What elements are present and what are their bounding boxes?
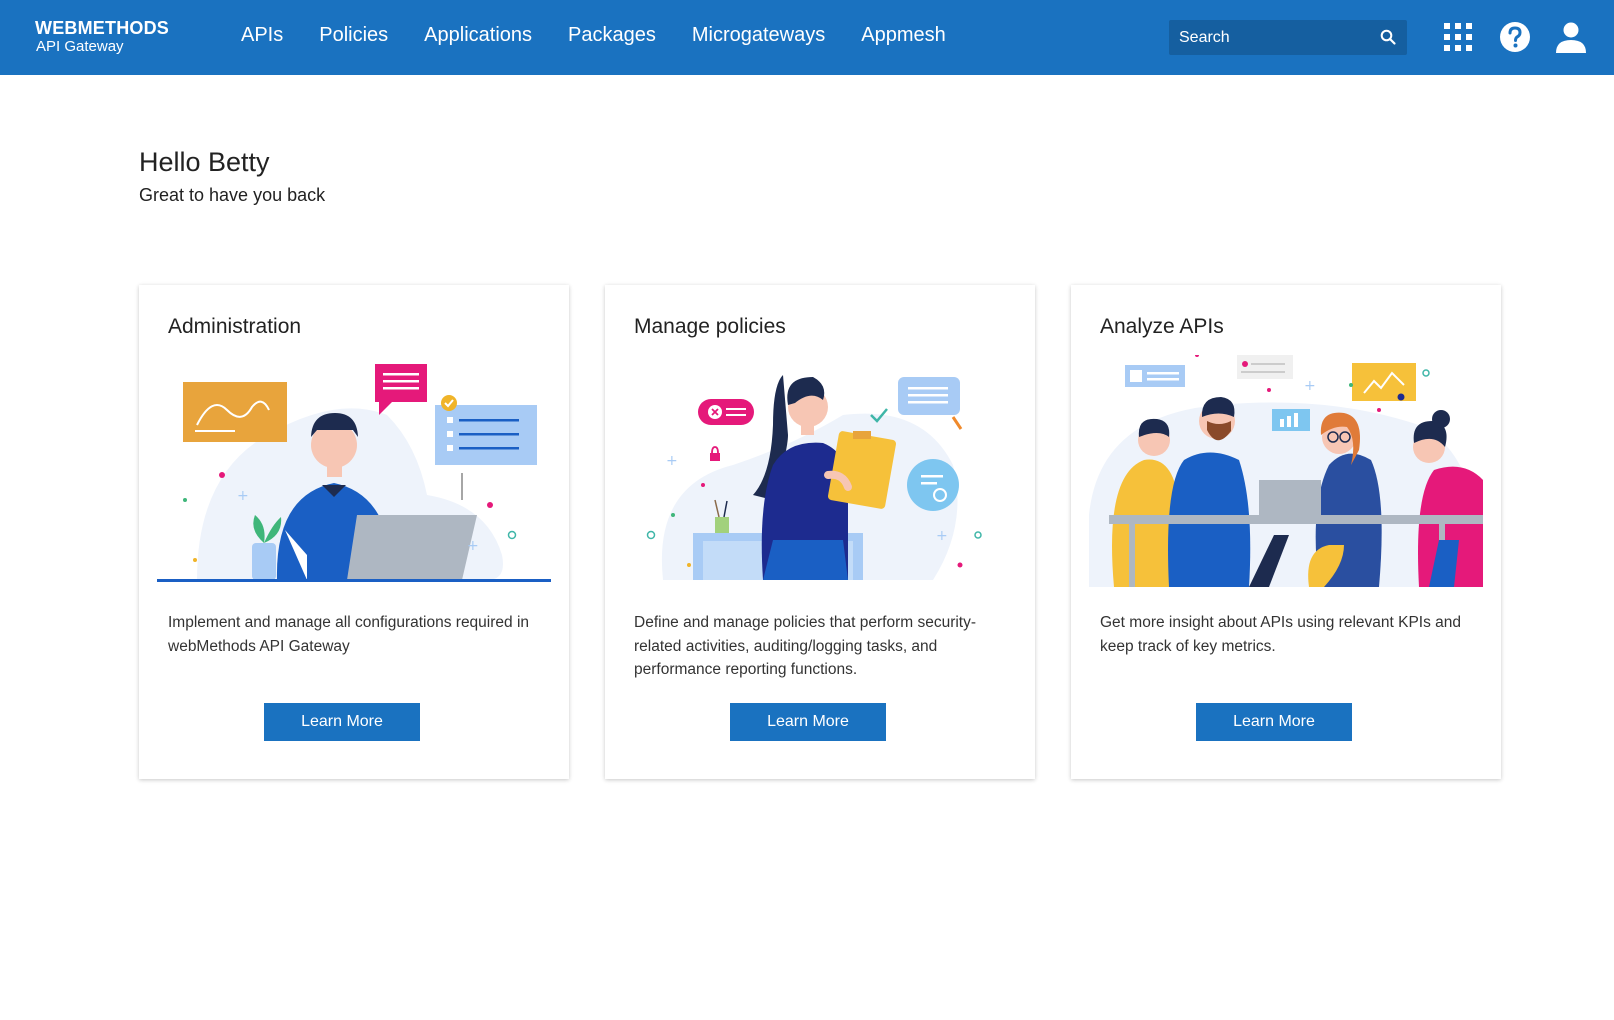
administration-illustration-icon: + + [157,364,551,582]
top-bar: WEBMETHODS API Gateway APIs Policies App… [0,0,1614,75]
main-nav: APIs Policies Applications Packages Micr… [241,0,982,75]
search-input[interactable] [1169,20,1369,55]
card-description: Get more insight about APIs using releva… [1100,614,1462,655]
card-description: Implement and manage all configurations … [168,614,530,655]
nav-item-policies[interactable]: Policies [319,24,388,47]
card-description: Define and manage policies that perform … [634,614,977,678]
brand-logo[interactable]: WEBMETHODS API Gateway [35,18,169,56]
help-icon[interactable] [1497,19,1533,55]
brand-product: API Gateway [36,38,124,55]
svg-text:+: + [467,538,479,554]
nav-item-appmesh[interactable]: Appmesh [861,24,946,47]
learn-more-button-analyze-apis[interactable]: Learn More [1196,703,1352,741]
nav-item-packages[interactable]: Packages [568,24,656,47]
svg-text:+: + [666,453,678,469]
greeting-title: Hello Betty [139,147,270,177]
nav-item-apis[interactable]: APIs [241,24,283,47]
svg-text:+: + [237,488,249,504]
nav-item-applications[interactable]: Applications [424,24,532,47]
nav-item-microgateways[interactable]: Microgateways [692,24,825,47]
svg-text:+: + [936,528,948,544]
card-title: Analyze APIs [1100,315,1224,338]
search-icon[interactable] [1379,28,1397,46]
learn-more-button-administration[interactable]: Learn More [264,703,420,741]
greeting-subtitle: Great to have you back [139,185,326,205]
card-title: Manage policies [634,315,786,338]
manage-policies-illustration-icon: + + [646,375,982,580]
analyze-apis-illustration-icon: + [1089,355,1483,587]
card-administration: Administration + + Implement and manage … [139,285,569,779]
user-icon[interactable] [1553,19,1589,55]
apps-grid-icon[interactable] [1440,19,1476,55]
greeting: Hello Betty Great to have you back [139,145,325,206]
svg-text:+: + [1304,378,1316,394]
learn-more-button-manage-policies[interactable]: Learn More [730,703,886,741]
card-analyze-apis: Analyze APIs + Get more insight about AP… [1071,285,1501,779]
card-manage-policies: Manage policies + + Define and manage po… [605,285,1035,779]
card-title: Administration [168,315,302,338]
search-box [1169,20,1407,55]
brand-name: WEBMETHODS [35,18,169,38]
